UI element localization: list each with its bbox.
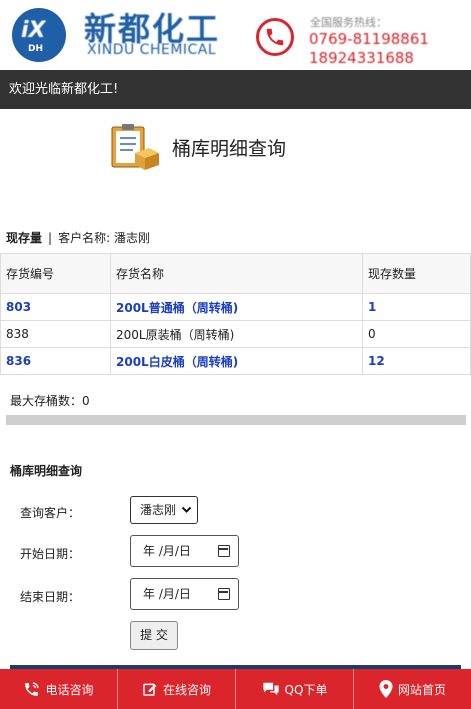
table-row[interactable]: 838 200L原装桶（周转桶) 0 (0, 320, 471, 348)
nav-online-consult[interactable]: 在线咨询 (118, 669, 236, 709)
summary-separator: | (48, 231, 53, 245)
page-title: 桶库明细查询 (172, 138, 287, 160)
hotline-number-2[interactable]: 18924331688 (309, 49, 414, 67)
nav-phone-consult[interactable]: 电话咨询 (0, 669, 118, 709)
table-row[interactable]: 836 200L白皮桶（周转桶) 12 (0, 347, 471, 375)
stock-summary: 现存量 | 客户名称: 潘志刚 (6, 229, 150, 246)
cell-name: 200L白皮桶（周转桶) (110, 347, 363, 375)
nav-label: 电话咨询 (45, 682, 94, 697)
nav-label: QQ下单 (284, 682, 328, 697)
customer-name: 潘志刚 (113, 231, 150, 245)
site-header: iX DH 新都化工 XINDU CHEMICAL 全国服务热线： 0769-8… (0, 0, 471, 70)
end-date-placeholder: 年 /月/日 (143, 587, 191, 601)
section-divider (6, 415, 466, 425)
location-pin-icon (379, 680, 393, 698)
cell-qty: 1 (362, 293, 471, 321)
cell-code: 836 (0, 347, 111, 375)
table-header-row: 存货编号 存货名称 现存数量 (0, 253, 471, 294)
calendar-icon[interactable] (218, 588, 230, 600)
column-header-name: 存货名称 (110, 253, 363, 294)
nav-label: 在线咨询 (162, 682, 211, 697)
logo-english-name: XINDU CHEMICAL (87, 42, 217, 58)
chevron-down-icon (181, 497, 192, 533)
cell-code: 838 (0, 320, 111, 348)
hotline-label: 全国服务热线： (310, 16, 387, 29)
clipboard-box-icon (111, 124, 159, 170)
phone-icon (23, 681, 40, 698)
calendar-icon[interactable] (218, 545, 230, 557)
logo-badge-text: iX (21, 18, 46, 43)
logo-badge-sub: DH (28, 44, 44, 54)
column-header-code: 存货编号 (0, 253, 111, 294)
customer-select[interactable]: 潘志刚 (130, 496, 198, 524)
nav-home[interactable]: 网站首页 (354, 669, 471, 709)
company-logo[interactable]: iX DH (12, 8, 66, 62)
start-date-input[interactable]: 年 /月/日 (130, 535, 239, 567)
chat-icon (262, 681, 280, 697)
cell-name: 200L原装桶（周转桶) (110, 320, 363, 348)
end-date-input[interactable]: 年 /月/日 (130, 578, 239, 610)
column-header-qty: 现存数量 (362, 253, 471, 294)
nav-label: 网站首页 (397, 682, 446, 697)
welcome-bar: 欢迎光临新都化工! (0, 70, 471, 109)
start-date-placeholder: 年 /月/日 (143, 544, 191, 558)
cell-qty: 12 (362, 347, 471, 375)
customer-label: 客户名称: (58, 231, 111, 245)
customer-field-label: 查询客户： (20, 506, 81, 520)
nav-qq-order[interactable]: QQ下单 (236, 669, 354, 709)
stock-table: 存货编号 存货名称 现存数量 803 200L普通桶（周转桶) 1 838 20… (0, 253, 471, 375)
cell-code: 803 (0, 293, 111, 321)
edit-icon (142, 681, 158, 697)
cell-name: 200L普通桶（周转桶) (110, 293, 363, 321)
table-row[interactable]: 803 200L普通桶（周转桶) 1 (0, 293, 471, 321)
customer-select-value: 潘志刚 (140, 503, 177, 517)
summary-section-label: 现存量 (6, 231, 43, 245)
cell-qty: 0 (362, 320, 471, 348)
bottom-nav: 电话咨询 在线咨询 QQ下单 网站首页 (0, 669, 471, 709)
hotline-phone-icon (256, 18, 294, 56)
hotline-number-1[interactable]: 0769-81198861 (309, 30, 429, 48)
max-bucket-count: 最大存桶数：0 (10, 394, 90, 408)
start-date-label: 开始日期： (20, 547, 81, 561)
submit-button[interactable]: 提 交 (130, 621, 178, 650)
end-date-label: 结束日期： (20, 590, 81, 604)
query-form-title: 桶库明细查询 (10, 464, 83, 478)
